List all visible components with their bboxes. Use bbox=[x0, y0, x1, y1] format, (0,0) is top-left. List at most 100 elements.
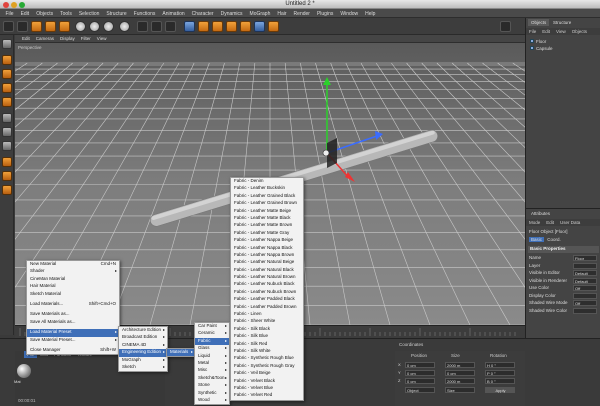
tab-objects[interactable]: Objects bbox=[528, 19, 550, 26]
coord-rot-field[interactable]: P 0 ° bbox=[485, 370, 515, 376]
fabric-menu-item-fabric-leather-padded-brown[interactable]: Fabric - Leather Padded Brown bbox=[231, 304, 303, 311]
fabric-menu-item-fabric-leather-nappa-black[interactable]: Fabric - Leather Nappa Black bbox=[231, 245, 303, 252]
fabric-menu-item-fabric-leather-matte-black[interactable]: Fabric - Leather Matte Black bbox=[231, 215, 303, 222]
fabric-menu-item-fabric-leather-nappa-brown[interactable]: Fabric - Leather Nappa Brown bbox=[231, 252, 303, 259]
menu-animation[interactable]: Animation bbox=[159, 9, 188, 17]
fabric-menu-item-fabric-silk-white[interactable]: Fabric - Silk White bbox=[231, 348, 303, 355]
coord-size-field[interactable]: 2000 m bbox=[445, 362, 475, 368]
attr-value[interactable] bbox=[573, 262, 597, 269]
menu-mograph[interactable]: MoGraph bbox=[246, 9, 274, 17]
category-menu-item-metal[interactable]: Metal ▸ bbox=[195, 360, 229, 367]
attr-value[interactable] bbox=[573, 307, 597, 314]
coordinate-system-icon[interactable] bbox=[119, 21, 130, 32]
fabric-menu-item-fabric-velvet-black[interactable]: Fabric - Velvet Black bbox=[231, 378, 303, 385]
fabric-menu-item-fabric-leather-nappa-beige[interactable]: Fabric - Leather Nappa Beige bbox=[231, 237, 303, 244]
coord-pos-field[interactable]: 0 cm bbox=[405, 378, 435, 384]
scale-tool-icon[interactable] bbox=[45, 21, 56, 32]
eng-menu-item-materials[interactable]: Materials ▸ bbox=[167, 349, 195, 357]
menu-plugins[interactable]: Plugins bbox=[313, 9, 336, 17]
x-axis-lock-icon[interactable] bbox=[75, 21, 86, 32]
model-mode-icon[interactable] bbox=[2, 55, 12, 65]
attr-value[interactable]: Default bbox=[573, 277, 597, 284]
points-mode-icon[interactable] bbox=[2, 113, 12, 123]
viewport-menu-display[interactable]: Display bbox=[57, 35, 78, 42]
fabric-menu-item-fabric-linen[interactable]: Fabric - Linen bbox=[231, 311, 303, 318]
menu-file[interactable]: File bbox=[2, 9, 17, 17]
preset-menu-item-cinema-4d[interactable]: CINEMA 4D ▸ bbox=[119, 342, 167, 349]
fabric-menu-item-fabric-leather-nubuck-brown[interactable]: Fabric - Leather Nubuck Brown bbox=[231, 289, 303, 296]
file-menu-item-save-materials-as[interactable]: Save Materials as... bbox=[27, 311, 119, 318]
y-axis-lock-icon[interactable] bbox=[89, 21, 100, 32]
fabric-menu-item-fabric-silk-black[interactable]: Fabric - Silk Black bbox=[231, 326, 303, 333]
object-mode-icon[interactable] bbox=[2, 69, 12, 79]
menu-dynamics[interactable]: Dynamics bbox=[217, 9, 246, 17]
viewport-menu-view[interactable]: View bbox=[94, 35, 110, 42]
object-row-capsule[interactable]: Capsule bbox=[530, 45, 553, 51]
render-picture-viewer-icon[interactable] bbox=[151, 21, 162, 32]
menu-selection[interactable]: Selection bbox=[75, 9, 103, 17]
file-menu-item-load-material-preset[interactable]: Load Material Preset ▸ bbox=[27, 329, 119, 337]
menu-tools[interactable]: Tools bbox=[57, 9, 76, 17]
file-menu-item-save-all-materials-as[interactable]: Save All Materials as... bbox=[27, 319, 119, 326]
coord-size-field[interactable]: 2000 m bbox=[445, 378, 475, 384]
menu-edit[interactable]: Edit bbox=[17, 9, 33, 17]
attr-menu-userdata[interactable]: User Data bbox=[557, 219, 583, 226]
fabric-menu-item-fabric-denim[interactable]: Fabric - Denim bbox=[231, 178, 303, 185]
menu-hair[interactable]: Hair bbox=[274, 9, 290, 17]
preset-menu-item-engineering-edition[interactable]: Engineering Edition ▸ bbox=[119, 349, 167, 357]
fabric-menu-item-fabric-velvet-blue[interactable]: Fabric - Velvet Blue bbox=[231, 385, 303, 392]
live-selection-icon[interactable] bbox=[17, 21, 28, 32]
category-menu-item-sketch-toon[interactable]: Sketch&Toon ▸ bbox=[195, 375, 229, 382]
fabric-menu-item-fabric-synthetic-rough-blue[interactable]: Fabric - Synthetic Rough Blue bbox=[231, 355, 303, 362]
undo-icon[interactable] bbox=[3, 21, 14, 32]
fabric-menu-item-fabric-leather-grained-brown[interactable]: Fabric - Leather Grained Brown bbox=[231, 200, 303, 207]
coord-mode-select[interactable]: Object bbox=[405, 387, 435, 393]
fabric-menu-item-fabric-leather-grained-black[interactable]: Fabric - Leather Grained Black bbox=[231, 193, 303, 200]
category-menu-item-car-paint[interactable]: Car Paint ▸ bbox=[195, 323, 229, 330]
viewport-menu-edit[interactable]: Edit bbox=[19, 35, 33, 42]
file-menu-item-save-material-preset[interactable]: Save Material Preset... ▸ bbox=[27, 337, 119, 344]
tab-coord[interactable]: Coord. bbox=[545, 237, 563, 242]
tab-structure[interactable]: Structure bbox=[550, 19, 574, 26]
spline-icon[interactable] bbox=[198, 21, 209, 32]
deformer-icon[interactable] bbox=[240, 21, 251, 32]
layout-icon[interactable] bbox=[500, 21, 511, 32]
coord-rot-field[interactable]: B 0 ° bbox=[485, 378, 515, 384]
file-menu-item-new-material[interactable]: New Material Cmd+N bbox=[27, 261, 119, 268]
array-icon[interactable] bbox=[226, 21, 237, 32]
objects-menu-view[interactable]: View bbox=[553, 28, 569, 35]
category-menu-item-glass[interactable]: Glass ▸ bbox=[195, 345, 229, 352]
tweak-mode-icon[interactable] bbox=[2, 171, 12, 181]
make-editable-icon[interactable] bbox=[2, 39, 12, 49]
fabric-menu-item-fabric-leather-matte-gray[interactable]: Fabric - Leather Matte Gray bbox=[231, 230, 303, 237]
nurbs-icon[interactable] bbox=[212, 21, 223, 32]
file-menu-item-close-manager[interactable]: Close Manager Shift+W bbox=[27, 347, 119, 354]
viewport-menu-filter[interactable]: Filter bbox=[78, 35, 94, 42]
fabric-menu-item-fabric-leather-natural-black[interactable]: Fabric - Leather Natural Black bbox=[231, 267, 303, 274]
file-menu-item-shader[interactable]: Shader ▸ bbox=[27, 268, 119, 275]
edges-mode-icon[interactable] bbox=[2, 127, 12, 137]
preset-menu-item-architecture-edition[interactable]: Architecture Edition ▸ bbox=[119, 327, 167, 334]
tab-basic[interactable]: Basic bbox=[529, 237, 545, 242]
attr-value[interactable]: Off bbox=[573, 300, 597, 306]
category-menu-item-ceramic[interactable]: Ceramic ▸ bbox=[195, 330, 229, 337]
fabric-menu-item-fabric-leather-matte-brown[interactable]: Fabric - Leather Matte Brown bbox=[231, 222, 303, 229]
render-settings-icon[interactable] bbox=[165, 21, 176, 32]
attr-menu-edit[interactable]: Edit bbox=[543, 219, 557, 226]
viewport-menu-cameras[interactable]: Cameras bbox=[33, 35, 57, 42]
material-thumbnail[interactable] bbox=[17, 364, 31, 378]
fabric-menu-item-fabric-leather-nubuck-black[interactable]: Fabric - Leather Nubuck Black bbox=[231, 281, 303, 288]
fabric-menu-item-fabric-synthetic-rough-gray[interactable]: Fabric - Synthetic Rough Gray bbox=[231, 363, 303, 370]
coord-pos-field[interactable]: 0 cm bbox=[405, 370, 435, 376]
fabric-menu-item-fabric-sheer-white[interactable]: Fabric - Sheer White bbox=[231, 318, 303, 325]
menu-character[interactable]: Character bbox=[188, 9, 217, 17]
coord-apply-button[interactable]: Apply bbox=[485, 387, 515, 393]
render-view-icon[interactable] bbox=[137, 21, 148, 32]
category-menu-item-liquid[interactable]: Liquid ▸ bbox=[195, 353, 229, 360]
fabric-menu-item-fabric-velvet-red[interactable]: Fabric - Velvet Red bbox=[231, 392, 303, 399]
file-menu-item-cineman-material[interactable]: CineMan Material bbox=[27, 276, 119, 283]
menu-structure[interactable]: Structure bbox=[103, 9, 130, 17]
objects-menu-edit[interactable]: Edit bbox=[539, 28, 553, 35]
coord-rot-field[interactable]: H 0 ° bbox=[485, 362, 515, 368]
coord-pos-field[interactable]: 0 cm bbox=[405, 362, 435, 368]
